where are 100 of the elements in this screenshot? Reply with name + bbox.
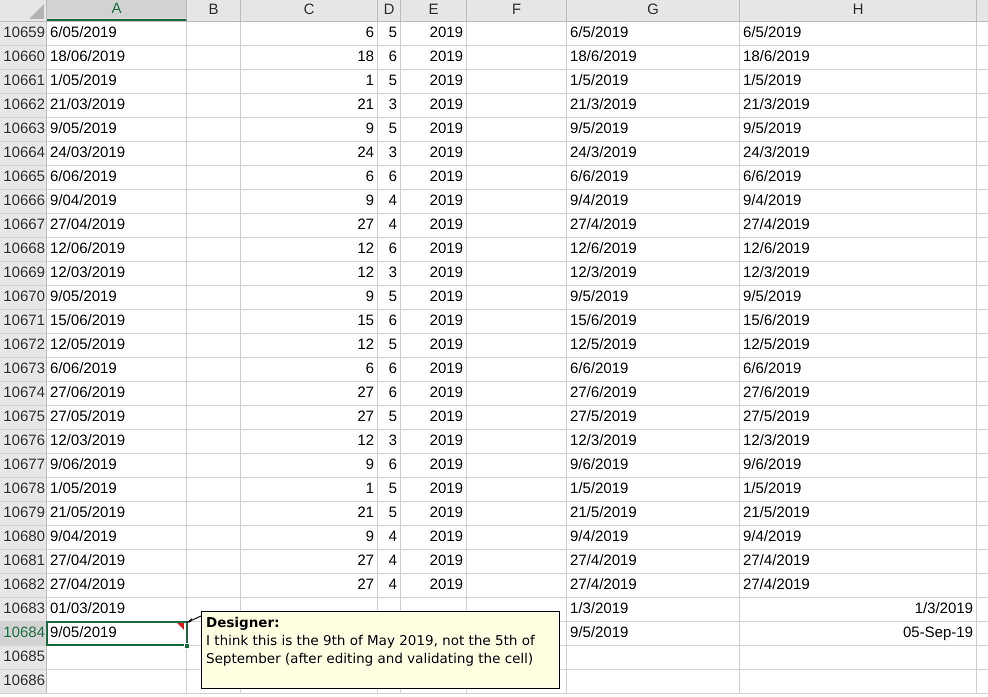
row-header[interactable]: 10667: [0, 214, 47, 237]
row-header[interactable]: 10681: [0, 550, 47, 573]
table-cell-text: 12/06/2019: [50, 239, 126, 260]
table-cell-text: 6: [366, 167, 374, 188]
row-header[interactable]: 10660: [0, 46, 47, 69]
table-cell-text: 9/05/2019: [50, 119, 117, 140]
column-header[interactable]: E: [401, 0, 467, 21]
row-header[interactable]: 10677: [0, 454, 47, 477]
row-header[interactable]: 10684: [0, 622, 47, 645]
row-header[interactable]: 10669: [0, 262, 47, 285]
row-header[interactable]: 10675: [0, 406, 47, 429]
row-header[interactable]: 10685: [0, 646, 47, 669]
row-header[interactable]: 10676: [0, 430, 47, 453]
row-header[interactable]: 10673: [0, 358, 47, 381]
table-cell-text: 2019: [430, 335, 463, 356]
row-header[interactable]: 10664: [0, 142, 47, 165]
table-cell-text: 9/5/2019: [570, 119, 628, 140]
table-cell-text: 27/06/2019: [50, 383, 126, 404]
column-header[interactable]: A: [47, 0, 187, 21]
table-cell-text: 2019: [430, 263, 463, 284]
table-cell-text: 2019: [430, 359, 463, 380]
table-cell-text: 6/06/2019: [50, 167, 117, 188]
table-cell-text: 6: [388, 455, 397, 476]
row-header[interactable]: 10663: [0, 118, 47, 141]
table-cell-text: 1/5/2019: [743, 71, 802, 92]
table-cell-text: 6: [388, 239, 397, 260]
table-cell-text: 21: [357, 95, 374, 116]
column-header[interactable]: B: [187, 0, 241, 21]
row-header[interactable]: 10680: [0, 526, 47, 549]
table-cell-text: 12/3/2019: [570, 431, 637, 452]
table-cell-text: 12/05/2019: [50, 335, 126, 356]
table-cell-text: 2019: [430, 95, 463, 116]
fill-handle[interactable]: [184, 643, 190, 649]
table-cell-text: 2019: [430, 527, 463, 548]
table-cell-text: 5: [388, 503, 397, 524]
row-header[interactable]: 10671: [0, 310, 47, 333]
row-header[interactable]: 10670: [0, 286, 47, 309]
table-cell-text: 24/3/2019: [743, 143, 810, 164]
table-cell-text: 9/4/2019: [743, 527, 802, 548]
row-header[interactable]: 10678: [0, 478, 47, 501]
row-header[interactable]: 10661: [0, 70, 47, 93]
table-cell-text: 5: [388, 479, 397, 500]
column-header[interactable]: H: [740, 0, 977, 21]
table-cell-text: 9/5/2019: [570, 623, 628, 644]
table-cell-text: 1: [366, 479, 374, 500]
table-cell-text: 24: [357, 143, 374, 164]
table-cell-text: 1/5/2019: [570, 71, 628, 92]
table-cell-text: 9: [366, 287, 374, 308]
table-cell-text: 6/05/2019: [50, 23, 117, 44]
table-cell-text: 27: [357, 575, 374, 596]
table-cell-text: 2019: [430, 455, 463, 476]
row-header[interactable]: 10666: [0, 190, 47, 213]
table-cell-text: 2019: [430, 551, 463, 572]
column-header[interactable]: C: [241, 0, 378, 21]
comment-text: I think this is the 9th of May 2019, not the 5th of September (after editing and validating the cell): [206, 632, 536, 668]
table-cell-text: 21/05/2019: [50, 503, 126, 524]
table-cell-text: 4: [388, 191, 397, 212]
table-cell-text: 1/05/2019: [50, 479, 117, 500]
table-cell-text: 18: [357, 47, 374, 68]
table-cell-text: 27/5/2019: [570, 407, 637, 428]
table-cell-text: 1/5/2019: [570, 479, 628, 500]
table-cell-text: 6: [388, 311, 397, 332]
row-header[interactable]: 10683: [0, 598, 47, 621]
table-cell-text: 9: [366, 191, 374, 212]
row-header[interactable]: 10679: [0, 502, 47, 525]
table-cell-text: 2019: [430, 47, 463, 68]
row-header[interactable]: 10682: [0, 574, 47, 597]
table-cell-text: 5: [388, 335, 397, 356]
row-header[interactable]: 10668: [0, 238, 47, 261]
row-header[interactable]: 10662: [0, 94, 47, 117]
row-header[interactable]: 10674: [0, 382, 47, 405]
table-cell-text: 6/5/2019: [570, 23, 628, 44]
table-cell-text: 9/4/2019: [570, 191, 628, 212]
table-cell-text: 2019: [430, 143, 463, 164]
table-cell-text: 9/4/2019: [743, 191, 802, 212]
table-cell-text: 2019: [430, 431, 463, 452]
table-cell-text: 9/6/2019: [743, 455, 802, 476]
column-header[interactable]: F: [467, 0, 567, 21]
table-cell-text: 4: [388, 215, 397, 236]
table-cell-text: 15/6/2019: [743, 311, 810, 332]
table-cell-text: 1/3/2019: [914, 599, 973, 620]
table-cell-text: 12/5/2019: [570, 335, 637, 356]
table-cell-text: 6/5/2019: [743, 23, 802, 44]
row-header[interactable]: 10659: [0, 22, 47, 45]
table-cell-text: 27: [357, 551, 374, 572]
table-cell-text: 2019: [430, 191, 463, 212]
column-header[interactable]: D: [378, 0, 401, 21]
row-header[interactable]: 10686: [0, 670, 47, 693]
table-cell-text: 2019: [430, 575, 463, 596]
table-cell-text: 15: [357, 311, 374, 332]
row-header[interactable]: 10672: [0, 334, 47, 357]
table-cell-text: 27/6/2019: [570, 383, 637, 404]
table-cell-text: 21/5/2019: [570, 503, 637, 524]
table-cell-text: 4: [388, 551, 397, 572]
column-header[interactable]: G: [567, 0, 740, 21]
table-cell-text: 12/03/2019: [50, 263, 126, 284]
table-cell-text: 5: [388, 71, 397, 92]
row-header[interactable]: 10665: [0, 166, 47, 189]
table-cell-text: 9/04/2019: [50, 191, 117, 212]
table-cell-text: 2019: [430, 71, 463, 92]
